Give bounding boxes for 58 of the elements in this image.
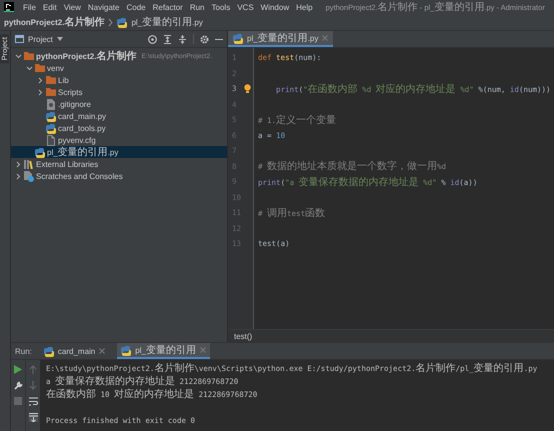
tree-item[interactable]: Scratches and Consoles: [11, 170, 227, 182]
scroll-to-end-icon[interactable]: [28, 413, 38, 422]
tree-item[interactable]: .gitignore: [11, 98, 227, 110]
target-icon[interactable]: [148, 34, 157, 44]
python-file-icon: [46, 110, 56, 122]
menu-item[interactable]: File: [23, 2, 36, 12]
caret-icon: [56, 37, 63, 41]
menu-item[interactable]: Help: [296, 2, 313, 12]
collapse-all-icon[interactable]: [178, 34, 187, 44]
code-breadcrumb[interactable]: test(): [234, 332, 252, 340]
menu-item[interactable]: Navigate: [88, 2, 120, 12]
tree-item[interactable]: Lib: [11, 74, 227, 86]
expand-all-icon[interactable]: [163, 34, 172, 44]
wrap-icon[interactable]: [28, 397, 38, 406]
tree-item[interactable]: pl_变量的引用.py: [11, 146, 227, 158]
chevron-right-icon: [108, 18, 114, 26]
run-tab[interactable]: pl_变量的引用: [117, 343, 210, 359]
menu-item[interactable]: VCS: [237, 2, 254, 12]
settings-icon[interactable]: [200, 34, 209, 44]
wrench-icon[interactable]: [14, 381, 22, 390]
breadcrumb-item[interactable]: pl_变量的引用.py: [131, 15, 203, 29]
app-logo-icon[interactable]: [4, 2, 14, 12]
folder-icon: [24, 50, 34, 62]
close-icon[interactable]: [99, 348, 106, 354]
run-icon[interactable]: [14, 365, 22, 374]
run-label: Run:: [15, 346, 32, 356]
python-file-icon: [44, 346, 54, 356]
tree-item[interactable]: pyvenv.cfg: [11, 134, 227, 146]
folder-icon: [46, 86, 56, 98]
python-file-icon: [121, 344, 132, 356]
python-file-icon: [35, 146, 45, 158]
library-icon: [24, 158, 34, 170]
view-dropdown[interactable]: Project: [15, 34, 63, 44]
folder-icon: [35, 62, 45, 74]
menu-item[interactable]: Refactor: [152, 2, 183, 12]
scratch-icon: [24, 170, 34, 182]
menu-item[interactable]: Tools: [212, 2, 230, 12]
breadcrumb-item[interactable]: pythonProject2.名片制作: [4, 15, 104, 29]
menu-item[interactable]: Run: [190, 2, 205, 12]
menu-item[interactable]: View: [64, 2, 81, 12]
tree-item[interactable]: venv: [11, 62, 227, 74]
python-file-icon: [233, 32, 243, 44]
file-icon: [46, 98, 56, 110]
tree-item[interactable]: External Libraries: [11, 158, 227, 170]
menu-item[interactable]: Code: [126, 2, 146, 12]
python-file-icon: [117, 16, 128, 28]
python-file-icon: [46, 122, 56, 134]
file-icon: [46, 134, 56, 146]
tree-item[interactable]: card_main.py: [11, 110, 227, 122]
folder-icon: [46, 74, 56, 86]
menu-item[interactable]: Edit: [42, 2, 57, 12]
editor-tab[interactable]: pl_变量的引用.py: [228, 31, 334, 47]
panel-icon: [15, 35, 24, 43]
menu-item[interactable]: Window: [260, 2, 290, 12]
tree-item[interactable]: card_tools.py: [11, 122, 227, 134]
tree-item[interactable]: Scripts: [11, 86, 227, 98]
lightbulb-icon[interactable]: [244, 84, 251, 94]
run-tab[interactable]: card_main: [40, 343, 110, 359]
